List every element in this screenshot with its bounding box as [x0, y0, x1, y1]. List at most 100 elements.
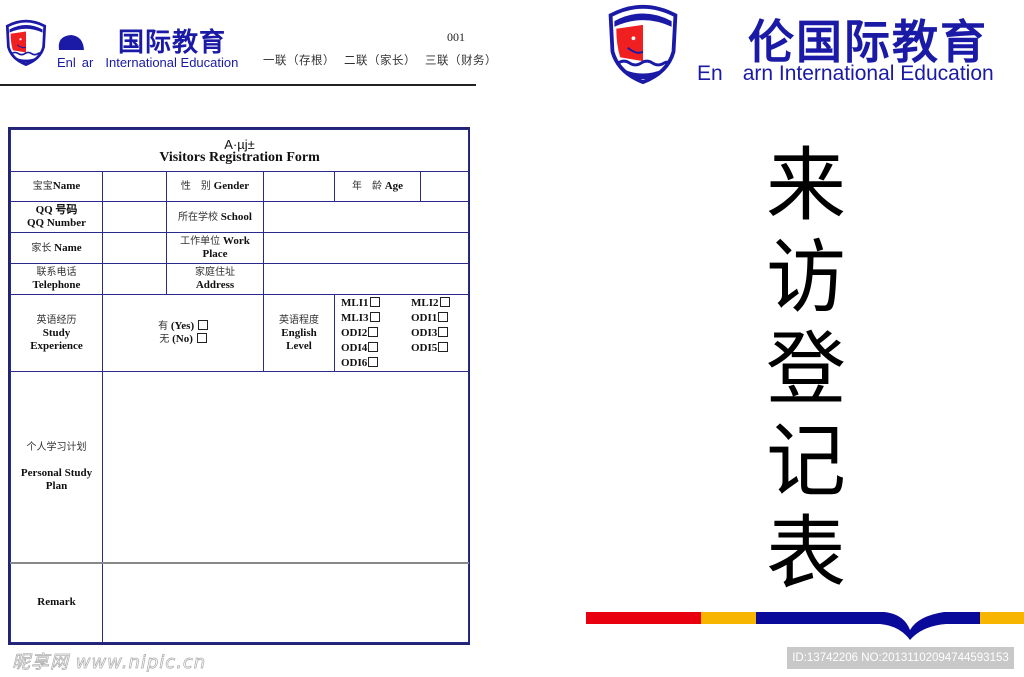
- level-option-label: MLI2: [411, 296, 439, 309]
- option-no-en: (No): [172, 333, 193, 345]
- baby-name-label: 宝宝Name: [10, 171, 103, 202]
- telephone-label-cn: 联系电话: [36, 267, 77, 278]
- copy-parent: 二联（家长）: [344, 55, 416, 67]
- cover-title-char: 来: [766, 139, 846, 232]
- shield-logo-icon: [608, 4, 678, 84]
- qq-label-en: QQ Number: [27, 217, 86, 229]
- baby-name-label-cn: 宝宝: [32, 181, 53, 192]
- checkbox-yes[interactable]: [197, 320, 208, 330]
- workplace-label: 工作单位 Work Place: [166, 232, 264, 264]
- workplace-label-cn: 工作单位: [180, 236, 221, 247]
- option-no[interactable]: 无 (No): [105, 333, 261, 346]
- english-level-options: MLI1 MLI2 MLI3 ODI1 ODI2 ODI3 ODI4 ODI5 …: [333, 294, 471, 372]
- school-field[interactable]: [262, 201, 470, 233]
- level-option-label: ODI5: [411, 341, 438, 354]
- workplace-field[interactable]: [262, 232, 470, 264]
- english-level-label-en1: English: [281, 326, 317, 339]
- option-yes-en: (Yes): [170, 320, 195, 332]
- level-option-label: ODI1: [411, 311, 438, 324]
- address-label: 家庭住址 Address: [166, 263, 264, 295]
- level-option[interactable]: ODI3: [411, 326, 471, 340]
- gender-field[interactable]: [263, 171, 335, 202]
- qq-label-cn: QQ 号码: [35, 204, 78, 216]
- copies-legend: 一联（存根） 二联（家长） 三联（财务）: [263, 52, 506, 68]
- option-yes[interactable]: 有 (Yes): [105, 320, 261, 333]
- header-divider: [0, 84, 476, 86]
- address-label-en: Address: [195, 279, 235, 291]
- study-experience-label-en2: Experience: [30, 339, 83, 352]
- level-option-label: ODI6: [341, 356, 368, 369]
- school-label: 所在学校 School: [166, 201, 264, 233]
- cover-title-char: 记: [766, 415, 846, 508]
- level-option[interactable]: ODI2: [341, 326, 411, 340]
- parent-name-label-en: Name: [54, 241, 82, 254]
- level-option[interactable]: ODI4: [341, 341, 411, 355]
- cover-title: 来 访 登 记 表: [758, 140, 854, 600]
- option-yes-cn: 有: [158, 321, 169, 332]
- telephone-label: 联系电话 Telephone: [10, 263, 103, 295]
- telephone-label-en: Telephone: [32, 279, 81, 291]
- age-field[interactable]: [419, 171, 470, 202]
- brand-name-en-part1: Enl: [57, 55, 76, 70]
- brand-name-en-large-part1: En: [697, 62, 723, 85]
- gender-label-en: Gender: [213, 180, 250, 192]
- qq-label: QQ 号码 QQ Number: [10, 201, 103, 233]
- level-checkbox[interactable]: [438, 326, 449, 337]
- parent-name-field[interactable]: [102, 232, 167, 264]
- option-no-cn: 无: [159, 334, 170, 345]
- brand-name-en-large-part2: arn International Education: [742, 62, 994, 85]
- parent-name-label-cn: 家长: [31, 242, 52, 254]
- level-checkbox[interactable]: [438, 311, 449, 322]
- remark-label: Remark: [10, 561, 103, 643]
- image-id-tag: ID:13742206 NO:20131102094744593153: [787, 647, 1014, 669]
- level-option[interactable]: ODI5: [411, 341, 471, 355]
- age-label-en: Age: [384, 180, 404, 192]
- gender-label-cn: 性 别: [180, 181, 211, 192]
- baby-name-label-en: Name: [52, 180, 81, 192]
- remark-field[interactable]: [101, 561, 470, 643]
- level-checkbox[interactable]: [369, 311, 380, 322]
- serial-number: 001: [447, 30, 465, 44]
- level-checkbox[interactable]: [438, 341, 449, 352]
- level-checkbox[interactable]: [369, 296, 380, 307]
- form-title: Visitors Registration Form: [159, 149, 320, 165]
- level-checkbox[interactable]: [439, 296, 450, 307]
- telephone-field[interactable]: [102, 263, 167, 295]
- qq-field[interactable]: [102, 201, 167, 233]
- level-option-label: MLI1: [341, 296, 369, 309]
- level-checkbox[interactable]: [368, 341, 379, 352]
- level-option[interactable]: MLI1: [341, 296, 411, 310]
- form-title-garbled: A·µj±: [224, 136, 255, 152]
- brand-name-en-large: En arn International Education: [697, 62, 994, 86]
- level-checkbox[interactable]: [368, 356, 379, 367]
- study-plan-label-cn: 个人学习计划: [26, 441, 87, 453]
- level-option[interactable]: ODI6: [341, 356, 411, 370]
- english-level-label-en2: Level: [286, 339, 312, 352]
- level-option[interactable]: MLI3: [341, 311, 411, 325]
- shield-logo-icon: [5, 19, 47, 66]
- cover-title-char: 访: [766, 231, 846, 324]
- brand-name-en-part2: ar: [81, 55, 94, 70]
- level-option-label: MLI3: [341, 311, 369, 324]
- age-label-cn: 年 龄: [351, 181, 382, 192]
- study-experience-label-cn: 英语经历: [36, 314, 77, 326]
- address-field[interactable]: [262, 263, 470, 295]
- copy-stub: 一联（存根）: [263, 55, 335, 67]
- workplace-label-en1: Work: [222, 235, 250, 247]
- cover-title-char: 登: [766, 323, 846, 416]
- level-option[interactable]: ODI1: [411, 311, 471, 325]
- checkbox-no[interactable]: [196, 333, 207, 343]
- workplace-label-en2: Place: [202, 248, 228, 260]
- form-title-cell: A·µj± Visitors Registration Form: [9, 129, 470, 172]
- brand-name-cn: 国际教育: [118, 28, 227, 58]
- registration-form: A·µj± Visitors Registration Form 宝宝Name …: [8, 127, 470, 645]
- study-experience-label: 英语经历 Study Experience: [10, 294, 103, 372]
- study-plan-field[interactable]: [101, 371, 470, 563]
- bar-yellow-segment: [701, 612, 756, 624]
- level-option[interactable]: MLI2: [411, 296, 471, 310]
- bar-yellow-end-segment: [980, 612, 1024, 624]
- level-checkbox[interactable]: [368, 326, 379, 337]
- parent-name-label: 家长 Name: [10, 232, 103, 264]
- baby-name-field[interactable]: [102, 171, 167, 202]
- school-label-cn: 所在学校: [178, 211, 219, 223]
